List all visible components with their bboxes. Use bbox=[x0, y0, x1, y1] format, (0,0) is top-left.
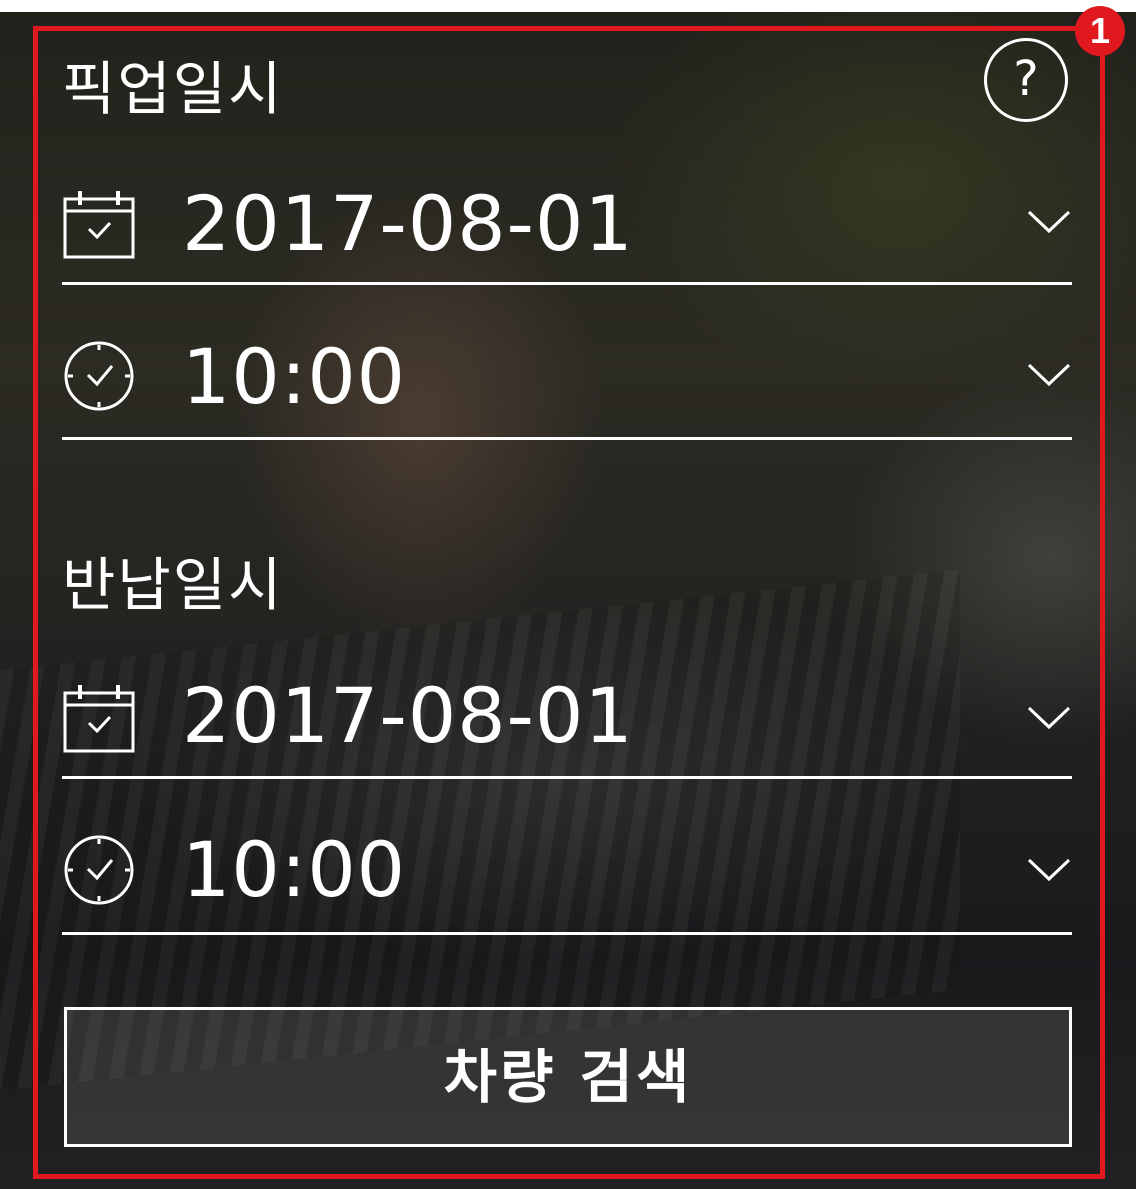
top-bar bbox=[0, 0, 1136, 12]
annotation-badge: 1 bbox=[1075, 6, 1125, 56]
rental-datetime-screen: 픽업일시 ? 2017-08-01 10:00 반납일시 2017-08-01 … bbox=[0, 0, 1136, 1189]
annotation-frame bbox=[33, 26, 1105, 1179]
